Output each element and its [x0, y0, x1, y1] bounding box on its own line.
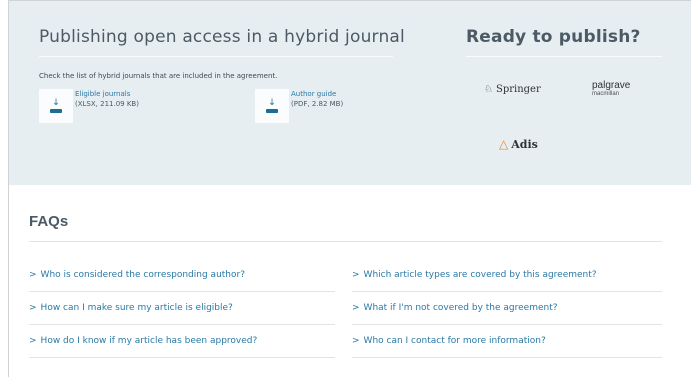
page-frame: Publishing open access in a hybrid journ…	[8, 0, 691, 377]
springer-logo[interactable]: ♘ Springer	[484, 84, 541, 95]
faq-question: Which article types are covered by this …	[363, 270, 597, 280]
springer-logo-text: Springer	[495, 84, 541, 95]
faq-question: How do I know if my article has been app…	[40, 336, 258, 346]
download-arrow-icon: ↓	[268, 98, 276, 108]
chevron-right-icon: >	[29, 336, 37, 346]
springer-horse-icon: ♘	[484, 84, 493, 95]
adis-logo[interactable]: △ Adis	[499, 137, 538, 151]
download-file-meta: (PDF, 2.82 MB)	[291, 100, 344, 108]
chevron-right-icon: >	[352, 336, 360, 346]
download-icon[interactable]: ↓	[39, 89, 73, 123]
download-file-meta: (XLSX, 211.09 KB)	[75, 100, 139, 108]
publish-title-divider	[39, 56, 393, 57]
adis-logo-text: Adis	[511, 137, 538, 151]
publish-title: Publishing open access in a hybrid journ…	[39, 27, 405, 47]
palgrave-logo-text: palgrave	[592, 80, 631, 91]
faqs-divider	[29, 241, 662, 242]
download-arrow-icon: ↓	[52, 98, 60, 108]
chevron-right-icon: >	[352, 303, 360, 313]
faq-link-article-types[interactable]: > Which article types are covered by thi…	[352, 259, 662, 292]
faq-question: Who can I contact for more information?	[363, 336, 546, 346]
download-link-label[interactable]: Eligible journals	[75, 89, 139, 99]
faq-link-not-covered[interactable]: > What if I'm not covered by the agreeme…	[352, 292, 662, 325]
adis-triangle-icon: △	[499, 137, 509, 151]
macmillan-logo-text: macmillan	[592, 91, 620, 97]
download-author-guide[interactable]: ↓ Author guide (PDF, 2.82 MB)	[255, 89, 343, 123]
faq-link-article-eligible[interactable]: > How can I make sure my article is elig…	[29, 292, 335, 325]
ready-title: Ready to publish?	[466, 27, 641, 47]
chevron-right-icon: >	[29, 303, 37, 313]
check-journals-text: Check the list of hybrid journals that a…	[39, 72, 278, 80]
faq-question: How can I make sure my article is eligib…	[40, 303, 233, 313]
faq-link-corresponding-author[interactable]: > Who is considered the corresponding au…	[29, 259, 335, 292]
publish-panel: Publishing open access in a hybrid journ…	[9, 1, 691, 185]
download-link-label[interactable]: Author guide	[291, 89, 343, 99]
ready-title-divider	[466, 56, 662, 57]
faq-link-article-approved[interactable]: > How do I know if my article has been a…	[29, 325, 335, 358]
chevron-right-icon: >	[29, 270, 37, 280]
download-eligible-journals[interactable]: ↓ Eligible journals (XLSX, 211.09 KB)	[39, 89, 139, 123]
faq-link-contact-info[interactable]: > Who can I contact for more information…	[352, 325, 662, 358]
palgrave-macmillan-logo[interactable]: palgrave macmillan	[592, 81, 630, 99]
faq-question: What if I'm not covered by the agreement…	[363, 303, 558, 313]
download-icon[interactable]: ↓	[255, 89, 289, 123]
faqs-title: FAQs	[29, 213, 69, 230]
download-tray-icon	[50, 109, 62, 113]
chevron-right-icon: >	[352, 270, 360, 280]
faq-question: Who is considered the corresponding auth…	[40, 270, 245, 280]
download-tray-icon	[266, 109, 278, 113]
